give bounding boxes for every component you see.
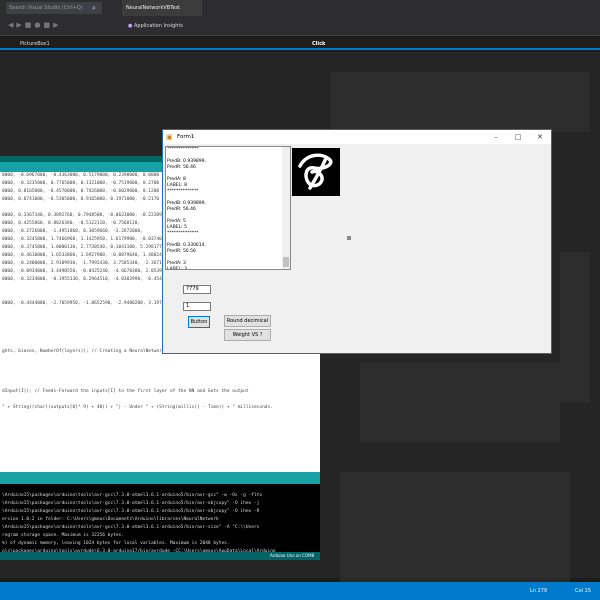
vs-navigation-bar: PictureBox1 Click xyxy=(0,38,600,50)
main-button[interactable]: Button xyxy=(188,316,210,328)
output-lines: ************** PredB: 0.939899, PredR: 56.… xyxy=(166,147,290,270)
input-textbox-2[interactable]: 1 xyxy=(183,302,211,311)
vs-status-bar: Ln 279 Col 15 xyxy=(0,582,600,600)
form-icon: ▣ xyxy=(166,133,173,141)
application-insights-button[interactable]: ● Application Insights xyxy=(128,20,208,32)
console-line: ersion 1.0.2 in folder: C:\Users\gmous\D… xyxy=(2,517,219,522)
scroll-thumb[interactable] xyxy=(283,257,289,267)
status-line: Ln 279 xyxy=(530,588,548,594)
console-line: \Arduino15\packages\arduino\tools\avr-gc… xyxy=(2,501,260,506)
form1-titlebar[interactable]: ▣ Form1 – □ ✕ xyxy=(163,130,551,144)
search-icon[interactable]: ⌕ xyxy=(88,2,100,14)
picture-box[interactable]: 8 xyxy=(292,148,340,196)
console-line: rogram storage space. Maximum is 32256 b… xyxy=(2,533,124,538)
blurred-region xyxy=(340,472,570,592)
vs-project-title: NeuralNetworkVBTest xyxy=(122,0,202,16)
blurred-region xyxy=(360,362,560,442)
input-textbox-1[interactable]: 7779 xyxy=(183,285,211,294)
small-panel xyxy=(347,236,351,240)
form1-window: ▣ Form1 – □ ✕ ************** PredB: 0.939… xyxy=(162,129,552,354)
close-icon[interactable]: ✕ xyxy=(529,130,551,144)
output-line: LABEL: 3 xyxy=(167,267,187,270)
insights-label: Application Insights xyxy=(133,23,184,29)
code-line: " + String((char)(outputs[0]* 9) + 48)) … xyxy=(2,405,273,410)
console-line: %) of dynamic memory, leaving 1024 bytes… xyxy=(2,541,230,546)
blurred-region xyxy=(330,72,590,132)
vs-titlebar: Search Visual Studio (Ctrl+Q) ⌕ NeuralNe… xyxy=(0,0,600,16)
output-textbox[interactable]: ************** PredB: 0.939899, PredR: 56.… xyxy=(165,146,291,270)
vs-toolbar: ◀▶■●■▶ ● Application Insights xyxy=(0,16,600,36)
minimize-icon[interactable]: – xyxy=(485,130,507,144)
handwritten-digit xyxy=(298,153,333,190)
console-line: \Arduino15\packages\arduino\tools\avr-gc… xyxy=(2,509,260,514)
output-scrollbar[interactable] xyxy=(282,147,290,269)
arduino-message-bar xyxy=(0,472,320,484)
console-line: \Arduino15\packages\arduino\tools\avr-gc… xyxy=(2,525,260,530)
round-decimical-button[interactable]: Round decimical xyxy=(224,315,271,327)
class-dropdown[interactable]: PictureBox1 xyxy=(20,38,170,50)
status-column: Col 15 xyxy=(575,588,591,594)
console-line: \Arduino15\packages\arduino\tools\avr-gc… xyxy=(2,493,263,498)
form1-title: Form1 xyxy=(177,134,195,140)
bulb-icon: ● xyxy=(128,23,133,29)
toolbar-icons[interactable]: ◀▶■●■▶ xyxy=(8,20,118,30)
arduino-status-bar: Arduino Uno on COM8 xyxy=(0,552,320,560)
code-line: dInput(I)); // Feeds-Forward the inputs[… xyxy=(2,389,249,394)
weight-vs-button[interactable]: Weight VS ? xyxy=(224,329,271,341)
board-label: Arduino Uno on COM8 xyxy=(270,553,315,558)
maximize-icon[interactable]: □ xyxy=(507,130,529,144)
member-dropdown[interactable]: Click xyxy=(312,38,462,50)
blurred-region xyxy=(560,252,590,402)
arduino-console: \Arduino15\packages\arduino\tools\avr-gc… xyxy=(0,484,320,552)
